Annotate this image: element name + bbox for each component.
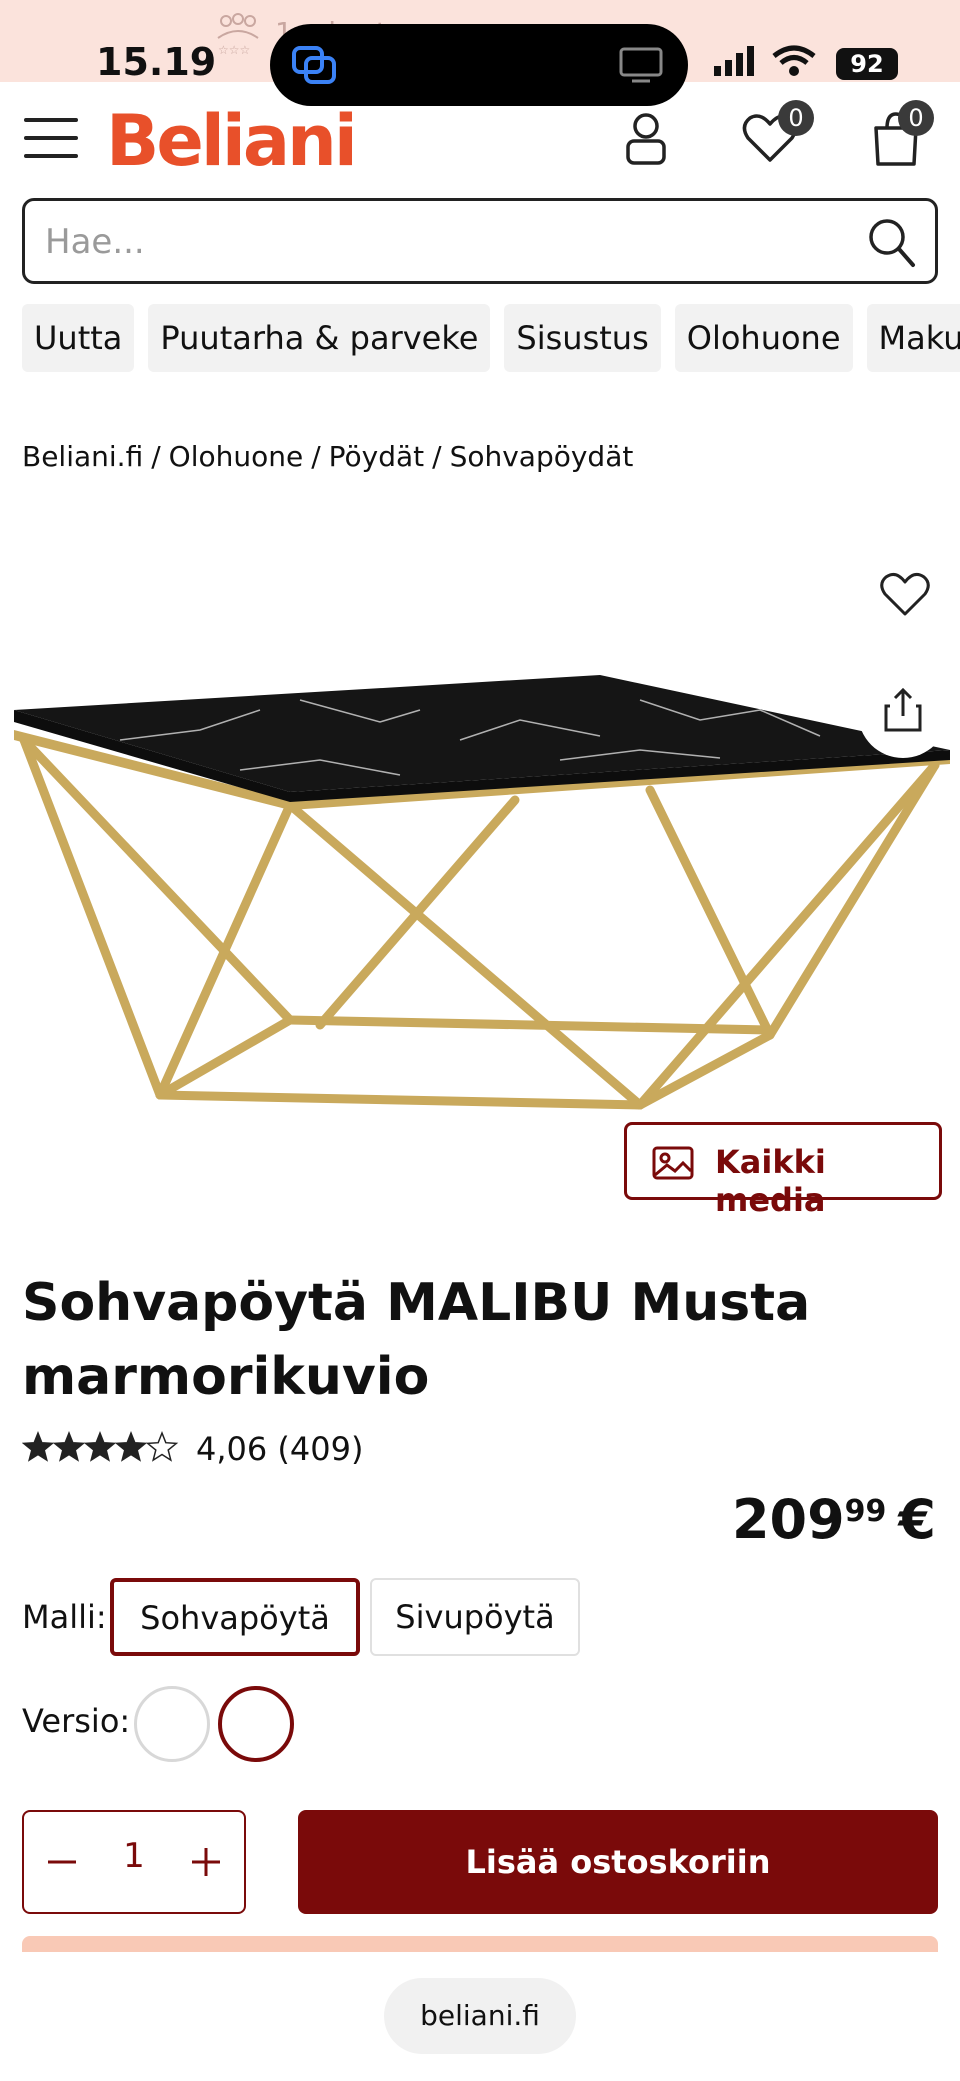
price-currency: €: [898, 1488, 936, 1551]
minus-icon[interactable]: [42, 1842, 82, 1882]
product-image[interactable]: [0, 640, 960, 1120]
breadcrumb-current[interactable]: Sohvapöydät: [450, 440, 634, 473]
star-filled-icon: [83, 1430, 117, 1462]
beliani-logo[interactable]: Beliani: [106, 100, 358, 182]
customers-icon: ☆☆☆: [217, 13, 259, 56]
category-chip[interactable]: Olohuone: [674, 304, 853, 372]
svg-text:☆☆☆: ☆☆☆: [218, 43, 250, 56]
breadcrumb-link[interactable]: Beliani.fi: [22, 440, 143, 473]
category-chip[interactable]: Sisustus: [504, 304, 661, 372]
breadcrumb-link[interactable]: Olohuone: [169, 440, 304, 473]
category-chip[interactable]: Maku: [866, 304, 960, 372]
share-button[interactable]: [858, 668, 948, 758]
info-strip: [22, 1936, 938, 1952]
wishlist-count-badge: 0: [778, 100, 814, 136]
all-media-button[interactable]: Kaikki media: [624, 1122, 942, 1219]
price-cents: 99: [844, 1494, 887, 1529]
version-swatch-2-selected[interactable]: [218, 1686, 294, 1762]
battery-indicator: 92: [836, 48, 898, 80]
model-option-sohvapoyta[interactable]: Sohvapöytä: [110, 1578, 360, 1656]
breadcrumb-separator: /: [311, 440, 321, 473]
quantity-value[interactable]: 1: [94, 1836, 174, 1876]
product-wishlist-icon[interactable]: [878, 568, 932, 618]
star-filled-icon: [22, 1430, 55, 1462]
share-icon: [884, 687, 922, 732]
category-chips: Uutta Puutarha & parveke Sisustus Olohuone M…: [22, 304, 960, 374]
cart-count-badge: 0: [898, 100, 934, 136]
breadcrumb-link[interactable]: Pöydät: [329, 440, 425, 473]
dynamic-island: [270, 24, 688, 106]
version-label: Versio:: [22, 1702, 131, 1740]
all-media-label: Kaikki media: [715, 1143, 826, 1219]
browser-url-bar[interactable]: beliani.fi: [384, 1978, 576, 2054]
account-icon[interactable]: [616, 108, 676, 168]
screen-mirror-icon: [292, 46, 336, 84]
tv-icon: [619, 47, 663, 83]
breadcrumb-separator: /: [432, 440, 442, 473]
plus-icon[interactable]: [186, 1842, 226, 1882]
product-price: 20999 €: [732, 1488, 936, 1551]
star-empty-icon: [145, 1430, 179, 1462]
category-chip[interactable]: Puutarha & parveke: [148, 304, 491, 372]
model-option-sivupoyta[interactable]: Sivupöytä: [370, 1578, 580, 1656]
breadcrumb-separator: /: [151, 440, 161, 473]
rating-stars-icon: [22, 1430, 179, 1462]
search-box[interactable]: [22, 198, 938, 284]
price-main: 209: [731, 1488, 845, 1551]
quantity-stepper: 1: [22, 1810, 246, 1914]
category-chip[interactable]: Uutta: [22, 304, 135, 372]
rating-text: 4,06 (409): [196, 1430, 364, 1468]
image-icon: [652, 1146, 694, 1180]
menu-icon[interactable]: [24, 118, 78, 162]
star-filled-icon: [114, 1430, 148, 1462]
add-to-cart-button[interactable]: Lisää ostoskoriin: [298, 1810, 938, 1914]
product-title: Sohvapöytä MALIBU Musta marmorikuvio: [22, 1273, 811, 1407]
search-input[interactable]: [45, 215, 845, 269]
status-time: 15.19: [96, 40, 217, 84]
model-label: Malli:: [22, 1598, 107, 1636]
search-icon[interactable]: [865, 215, 917, 269]
breadcrumb: Beliani.fi / Olohuone / Pöydät / Sohvapöydät: [22, 440, 633, 473]
star-filled-icon: [52, 1430, 86, 1462]
version-swatch-1[interactable]: [134, 1686, 210, 1762]
